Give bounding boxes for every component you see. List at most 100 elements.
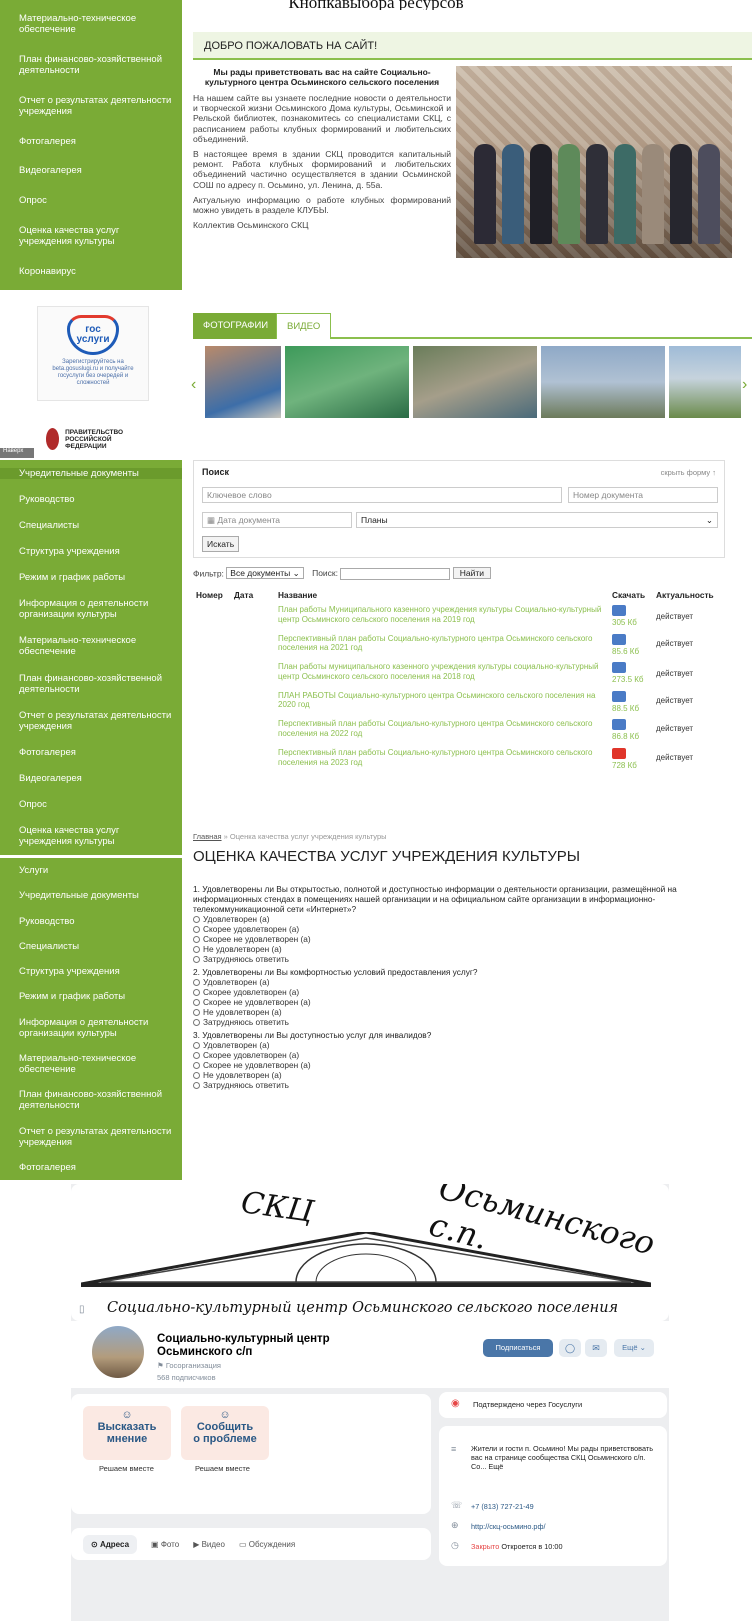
document-link[interactable]: Перспективный план работы Социально-куль… — [275, 716, 609, 745]
document-link[interactable]: Перспективный план работы Социально-куль… — [275, 631, 609, 660]
sidebar-item-schedule[interactable]: Режим и график работы — [0, 572, 182, 583]
more-button[interactable]: Ещё ⌄ — [614, 1339, 654, 1357]
document-link[interactable]: Перспективный план работы Социально-куль… — [275, 745, 609, 774]
radio-button[interactable] — [193, 978, 200, 986]
radio-button[interactable] — [193, 945, 200, 953]
doc-file-icon[interactable] — [612, 605, 626, 616]
doc-file-icon[interactable] — [612, 719, 626, 731]
gallery-thumb[interactable] — [285, 346, 409, 418]
bookmark-icon[interactable]: ▯ — [79, 1304, 85, 1315]
survey-option[interactable]: Скорее не удовлетворен (а) — [193, 997, 733, 1007]
radio-button[interactable] — [193, 925, 200, 933]
sidebar-item-specialists[interactable]: Специалисты — [0, 520, 182, 531]
survey-option[interactable]: Скорее удовлетворен (а) — [193, 924, 733, 934]
doc-file-icon[interactable] — [612, 633, 626, 645]
sidebar-item-management[interactable]: Руководство — [0, 916, 182, 927]
survey-option[interactable]: Не удовлетворен (а) — [193, 944, 733, 954]
report-problem-button[interactable]: ☺ Сообщить о проблеме — [181, 1406, 269, 1460]
government-banner[interactable]: ПРАВИТЕЛЬСТВО РОССИЙСКОЙ ФЕДЕРАЦИИ — [34, 424, 154, 454]
message-icon[interactable]: ✉ — [585, 1339, 607, 1357]
breadcrumb-home[interactable]: Главная — [193, 832, 222, 841]
find-button[interactable]: Найти — [452, 567, 492, 580]
community-site[interactable]: http://скц-осьмино.рф/ — [471, 1522, 546, 1531]
scroll-top-tab[interactable]: Наверх — [0, 448, 34, 458]
sidebar-item-photogallery[interactable]: Фотогалерея — [0, 136, 182, 147]
radio-button[interactable] — [193, 1081, 200, 1089]
survey-option[interactable]: Удовлетворен (а) — [193, 1040, 733, 1050]
radio-button[interactable] — [193, 935, 200, 943]
sidebar-item-videogallery[interactable]: Видеогалерея — [0, 165, 182, 176]
radio-button[interactable] — [193, 1008, 200, 1016]
sidebar-item-activity-info[interactable]: Информация о деятельности организации ку… — [0, 598, 182, 620]
carousel-prev-icon[interactable]: ‹ — [191, 376, 196, 394]
sidebar-item-finance-plan[interactable]: План финансово-хозяйственной деятельност… — [0, 673, 182, 695]
radio-button[interactable] — [193, 988, 200, 996]
subscribe-button[interactable]: Подписаться — [483, 1339, 553, 1357]
sidebar-item-structure[interactable]: Структура учреждения — [0, 546, 182, 557]
survey-option[interactable]: Не удовлетворен (а) — [193, 1070, 733, 1080]
tab-photos[interactable]: ▣ Фото — [151, 1540, 179, 1549]
sidebar-item-photogallery[interactable]: Фотогалерея — [0, 747, 182, 758]
sidebar-item-report[interactable]: Отчет о результатах деятельности учрежде… — [0, 1126, 182, 1148]
survey-option[interactable]: Удовлетворен (а) — [193, 977, 733, 987]
tab-videos[interactable]: ▶ Видео — [193, 1540, 225, 1549]
hide-form-link[interactable]: скрыть форму ↑ — [661, 468, 716, 477]
gallery-thumb[interactable] — [541, 346, 665, 418]
sidebar-item-finance-plan[interactable]: План финансово-хозяйственной деятельност… — [0, 54, 182, 76]
survey-option[interactable]: Не удовлетворен (а) — [193, 1007, 733, 1017]
survey-option[interactable]: Затрудняюсь ответить — [193, 954, 733, 964]
radio-button[interactable] — [193, 1018, 200, 1026]
document-link[interactable]: План работы муниципального казенного учр… — [275, 659, 609, 688]
gallery-thumb[interactable] — [413, 346, 537, 418]
sidebar-item-material[interactable]: Материально-техническое обеспечение — [0, 1053, 182, 1075]
survey-option[interactable]: Скорее не удовлетворен (а) — [193, 934, 733, 944]
radio-button[interactable] — [193, 1071, 200, 1079]
radio-button[interactable] — [193, 1041, 200, 1049]
survey-option[interactable]: Затрудняюсь ответить — [193, 1080, 733, 1090]
chat-icon[interactable]: ◯ — [559, 1339, 581, 1357]
document-link[interactable]: ПЛАН РАБОТЫ Социально-культурного центра… — [275, 688, 609, 717]
sidebar-item-material[interactable]: Материально-техническое обеспечение — [0, 635, 182, 657]
sidebar-item-management[interactable]: Руководство — [0, 494, 182, 505]
document-type-select[interactable]: Планы ⌄ — [356, 512, 718, 528]
sidebar-item-activity-info[interactable]: Информация о деятельности организации ку… — [0, 1017, 182, 1039]
gosuslugi-banner[interactable]: гос услуги Зарегистрируйтесь на beta.gos… — [37, 306, 149, 401]
filter-select[interactable]: Все документы ⌄ — [226, 567, 304, 580]
survey-option[interactable]: Скорее удовлетворен (а) — [193, 1050, 733, 1060]
sidebar-item-videogallery[interactable]: Видеогалерея — [0, 773, 182, 784]
survey-option[interactable]: Скорее удовлетворен (а) — [193, 987, 733, 997]
document-number-input[interactable]: Номер документа — [568, 487, 718, 503]
sidebar-item-schedule[interactable]: Режим и график работы — [0, 991, 182, 1002]
survey-option[interactable]: Скорее не удовлетворен (а) — [193, 1060, 733, 1070]
survey-option[interactable]: Удовлетворен (а) — [193, 914, 733, 924]
radio-button[interactable] — [193, 1061, 200, 1069]
community-phone[interactable]: +7 (813) 727-21-49 — [471, 1502, 534, 1511]
sidebar-item-quality[interactable]: Оценка качества услуг учреждения культур… — [0, 825, 182, 847]
tab-photos[interactable]: ФОТОГРАФИИ — [193, 313, 279, 339]
pdf-icon[interactable] — [612, 747, 626, 759]
carousel-next-icon[interactable]: › — [742, 376, 747, 394]
sidebar-item-founding-docs[interactable]: Учредительные документы — [0, 890, 182, 901]
gallery-thumb[interactable] — [205, 346, 281, 418]
document-date-input[interactable]: ▦ Дата документа — [202, 512, 352, 528]
doc-file-icon[interactable] — [612, 662, 626, 674]
tab-addresses[interactable]: ⊙ Адреса — [83, 1534, 138, 1554]
search-submit-button[interactable]: Искать — [202, 536, 240, 552]
document-link[interactable]: План работы Муниципального казенного учр… — [275, 602, 609, 631]
radio-button[interactable] — [193, 998, 200, 1006]
sidebar-item-quality[interactable]: Оценка качества услуг учреждения культур… — [0, 225, 182, 247]
sidebar-item-poll[interactable]: Опрос — [0, 799, 182, 810]
sidebar-item-founding-docs[interactable]: Учредительные документы — [0, 467, 182, 479]
sidebar-item-services[interactable]: Услуги — [0, 865, 182, 876]
verified-badge[interactable]: ◉ Подтверждено через Госуслуги — [439, 1392, 667, 1418]
tab-video[interactable]: ВИДЕО — [276, 313, 332, 339]
filter-search-input[interactable] — [340, 568, 451, 580]
sidebar-item-report[interactable]: Отчет о результатах деятельности учрежде… — [0, 95, 182, 117]
radio-button[interactable] — [193, 955, 200, 963]
subscriber-count[interactable]: 568 подписчиков — [157, 1373, 216, 1382]
sidebar-item-poll[interactable]: Опрос — [0, 195, 182, 206]
give-opinion-button[interactable]: ☺ Высказать мнение — [83, 1406, 171, 1460]
sidebar-item-structure[interactable]: Структура учреждения — [0, 966, 182, 977]
sidebar-item-specialists[interactable]: Специалисты — [0, 941, 182, 952]
tab-discussions[interactable]: ▭ Обсуждения — [239, 1540, 295, 1549]
